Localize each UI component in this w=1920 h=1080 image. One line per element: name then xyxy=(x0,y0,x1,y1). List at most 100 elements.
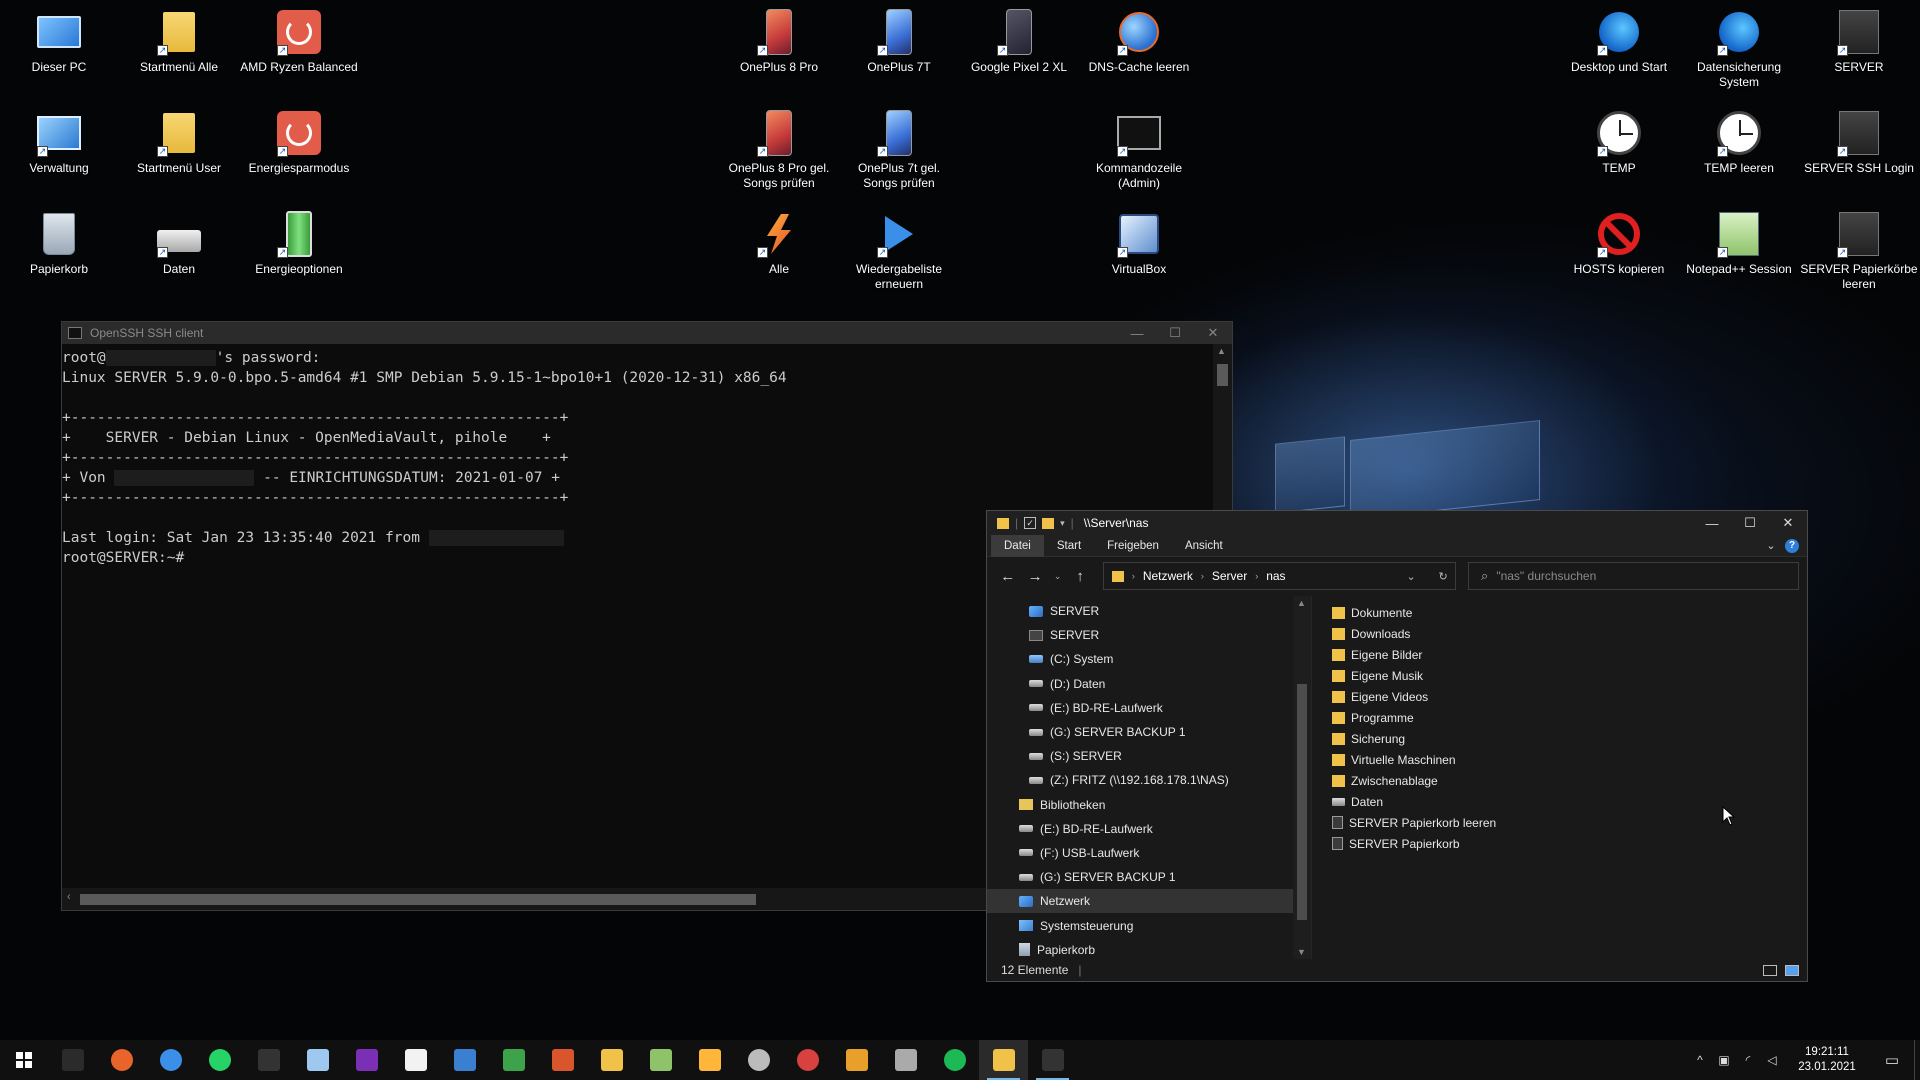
desktop-shortcut[interactable]: ↗ AMD Ryzen Balanced xyxy=(240,8,358,75)
chevron-right-icon[interactable]: › xyxy=(1132,571,1135,581)
desktop-shortcut[interactable]: ↗ Verwaltung xyxy=(0,109,118,176)
desktop-shortcut[interactable]: ↗ Daten xyxy=(120,210,238,277)
taskbar-lightning-tool[interactable] xyxy=(685,1040,734,1080)
desktop-shortcut[interactable]: ↗ DNS-Cache leeren xyxy=(1080,8,1198,75)
chevron-right-icon[interactable]: › xyxy=(1201,571,1204,581)
details-view-icon[interactable] xyxy=(1763,964,1777,976)
scroll-up-icon[interactable]: ▲ xyxy=(1297,598,1306,608)
tree-item[interactable]: (D:) Daten xyxy=(987,672,1311,696)
recent-locations-icon[interactable]: ⌄ xyxy=(1052,571,1064,582)
tree-item[interactable]: SERVER xyxy=(987,599,1311,623)
tab-freigeben[interactable]: Freigeben xyxy=(1094,535,1172,557)
list-item[interactable]: Eigene Musik xyxy=(1332,665,1807,686)
taskbar-whatsapp[interactable] xyxy=(195,1040,244,1080)
taskbar-spotify[interactable] xyxy=(930,1040,979,1080)
desktop-shortcut[interactable]: ↗ TEMP leeren xyxy=(1680,109,1798,176)
desktop-shortcut[interactable]: ↗ Datensicherung System xyxy=(1680,8,1798,90)
breadcrumb-netzwerk[interactable]: Netzwerk xyxy=(1143,569,1193,583)
tree-item[interactable]: SERVER xyxy=(987,623,1311,647)
vertical-scrollbar[interactable]: ▲ ▼ xyxy=(1293,596,1311,959)
taskbar-file-note[interactable] xyxy=(587,1040,636,1080)
list-item[interactable]: Virtuelle Maschinen xyxy=(1332,749,1807,770)
taskbar-shield-tool[interactable] xyxy=(734,1040,783,1080)
clock[interactable]: 19:21:11 23.01.2021 xyxy=(1784,1045,1870,1075)
notification-center-icon[interactable]: ▭ xyxy=(1870,1051,1914,1069)
wifi-icon[interactable]: ◜ xyxy=(1736,1053,1760,1067)
desktop-shortcut[interactable]: ↗ SERVER SSH Login xyxy=(1800,109,1918,176)
refresh-icon[interactable]: ↻ xyxy=(1431,570,1455,583)
expand-ribbon-icon[interactable]: ⌄ xyxy=(1761,539,1781,552)
desktop-shortcut[interactable]: ↗ OnePlus 8 Pro xyxy=(720,8,838,75)
taskbar-terminal[interactable] xyxy=(48,1040,97,1080)
tree-item[interactable]: (F:) USB-Laufwerk xyxy=(987,841,1311,865)
taskbar-rainbow-tool[interactable] xyxy=(783,1040,832,1080)
taskbar-ssh-client[interactable] xyxy=(1028,1040,1077,1080)
new-folder-icon[interactable] xyxy=(1042,517,1055,529)
maximize-button[interactable]: ☐ xyxy=(1731,511,1769,535)
taskbar-file-explorer[interactable] xyxy=(979,1040,1028,1080)
desktop-shortcut[interactable]: ↗ VirtualBox xyxy=(1080,210,1198,277)
list-item[interactable]: Sicherung xyxy=(1332,728,1807,749)
tree-item[interactable]: (Z:) FRITZ (\\192.168.178.1\NAS) xyxy=(987,768,1311,792)
desktop-shortcut[interactable]: ↗ Kommandozeile (Admin) xyxy=(1080,109,1198,191)
taskbar-document[interactable] xyxy=(391,1040,440,1080)
navigation-pane[interactable]: SERVER SERVER (C:) System (D:) Daten (E:) BD… xyxy=(987,596,1312,959)
taskbar-chart-tool[interactable] xyxy=(881,1040,930,1080)
desktop-shortcut[interactable]: ↗ OnePlus 7t gel. Songs prüfen xyxy=(840,109,958,191)
scroll-up-icon[interactable]: ▲ xyxy=(1217,346,1226,356)
desktop-shortcut[interactable]: ↗ SERVER Papierkörbe leeren xyxy=(1800,210,1918,292)
list-item[interactable]: Downloads xyxy=(1332,623,1807,644)
list-item[interactable]: Eigene Bilder xyxy=(1332,644,1807,665)
taskbar-thunderbird[interactable] xyxy=(146,1040,195,1080)
minimize-button[interactable]: — xyxy=(1693,511,1731,535)
tree-item[interactable]: Papierkorb xyxy=(987,938,1311,959)
scrollbar-thumb[interactable] xyxy=(1217,364,1228,386)
taskbar-impress[interactable] xyxy=(538,1040,587,1080)
desktop-shortcut[interactable]: ↗ SERVER xyxy=(1800,8,1918,75)
show-desktop-button[interactable] xyxy=(1914,1040,1920,1080)
desktop-shortcut[interactable]: ↗ Energieoptionen xyxy=(240,210,358,277)
scroll-down-icon[interactable]: ▼ xyxy=(1297,947,1306,957)
desktop-shortcut[interactable]: Papierkorb xyxy=(0,210,118,277)
desktop-shortcut[interactable]: ↗ Startmenü Alle xyxy=(120,8,238,75)
chevron-right-icon[interactable]: › xyxy=(1255,571,1258,581)
tree-item[interactable]: (G:) SERVER BACKUP 1 xyxy=(987,720,1311,744)
desktop-shortcut[interactable]: ↗ OnePlus 7T xyxy=(840,8,958,75)
maximize-button[interactable]: ☐ xyxy=(1156,322,1194,344)
desktop-shortcut[interactable]: ↗ HOSTS kopieren xyxy=(1560,210,1678,277)
tree-item[interactable]: (E:) BD-RE-Laufwerk xyxy=(987,696,1311,720)
close-button[interactable]: ✕ xyxy=(1194,322,1232,344)
address-dropdown-icon[interactable]: ⌄ xyxy=(1399,570,1423,583)
quick-access-dropdown-icon[interactable]: ▾ xyxy=(1060,518,1065,529)
tree-item[interactable]: (E:) BD-RE-Laufwerk xyxy=(987,817,1311,841)
tab-start[interactable]: Start xyxy=(1044,535,1094,557)
desktop-shortcut[interactable]: ↗ TEMP xyxy=(1560,109,1678,176)
forward-button[interactable]: → xyxy=(1024,568,1045,585)
list-item[interactable]: Dokumente xyxy=(1332,602,1807,623)
network-icon[interactable]: ▣ xyxy=(1712,1053,1736,1067)
list-item[interactable]: Programme xyxy=(1332,707,1807,728)
taskbar-firefox[interactable] xyxy=(97,1040,146,1080)
tab-ansicht[interactable]: Ansicht xyxy=(1172,535,1236,557)
desktop-shortcut[interactable]: ↗ Energiesparmodus xyxy=(240,109,358,176)
tree-item[interactable]: (C:) System xyxy=(987,647,1311,671)
start-button[interactable] xyxy=(0,1040,48,1080)
minimize-button[interactable]: — xyxy=(1118,322,1156,344)
volume-icon[interactable]: ◁ xyxy=(1760,1053,1784,1067)
scroll-left-icon[interactable]: ‹ xyxy=(67,891,71,903)
taskbar-calc[interactable] xyxy=(489,1040,538,1080)
address-bar[interactable]: › Netzwerk › Server › nas ⌄ ↻ xyxy=(1102,562,1457,590)
large-icons-view-icon[interactable] xyxy=(1785,964,1799,976)
taskbar-checklist-tool[interactable] xyxy=(832,1040,881,1080)
file-explorer-window[interactable]: | ✓ ▾ | \\Server\nas — ☐ ✕ Datei Start F… xyxy=(986,510,1808,982)
file-list[interactable]: Dokumente Downloads Eigene Bilder Eigene Mu… xyxy=(1312,596,1807,959)
properties-icon[interactable]: ✓ xyxy=(1024,517,1037,529)
tree-item[interactable]: Bibliotheken xyxy=(987,793,1311,817)
taskbar-notepad-plus-plus[interactable] xyxy=(636,1040,685,1080)
up-button[interactable]: ↑ xyxy=(1069,568,1090,585)
desktop-shortcut[interactable]: ↗ Alle xyxy=(720,210,838,277)
desktop-shortcut[interactable]: ↗ OnePlus 8 Pro gel. Songs prüfen xyxy=(720,109,838,191)
desktop-shortcut[interactable]: ↗ Notepad++ Session xyxy=(1680,210,1798,277)
search-input[interactable] xyxy=(1496,569,1787,583)
taskbar-writer[interactable] xyxy=(440,1040,489,1080)
